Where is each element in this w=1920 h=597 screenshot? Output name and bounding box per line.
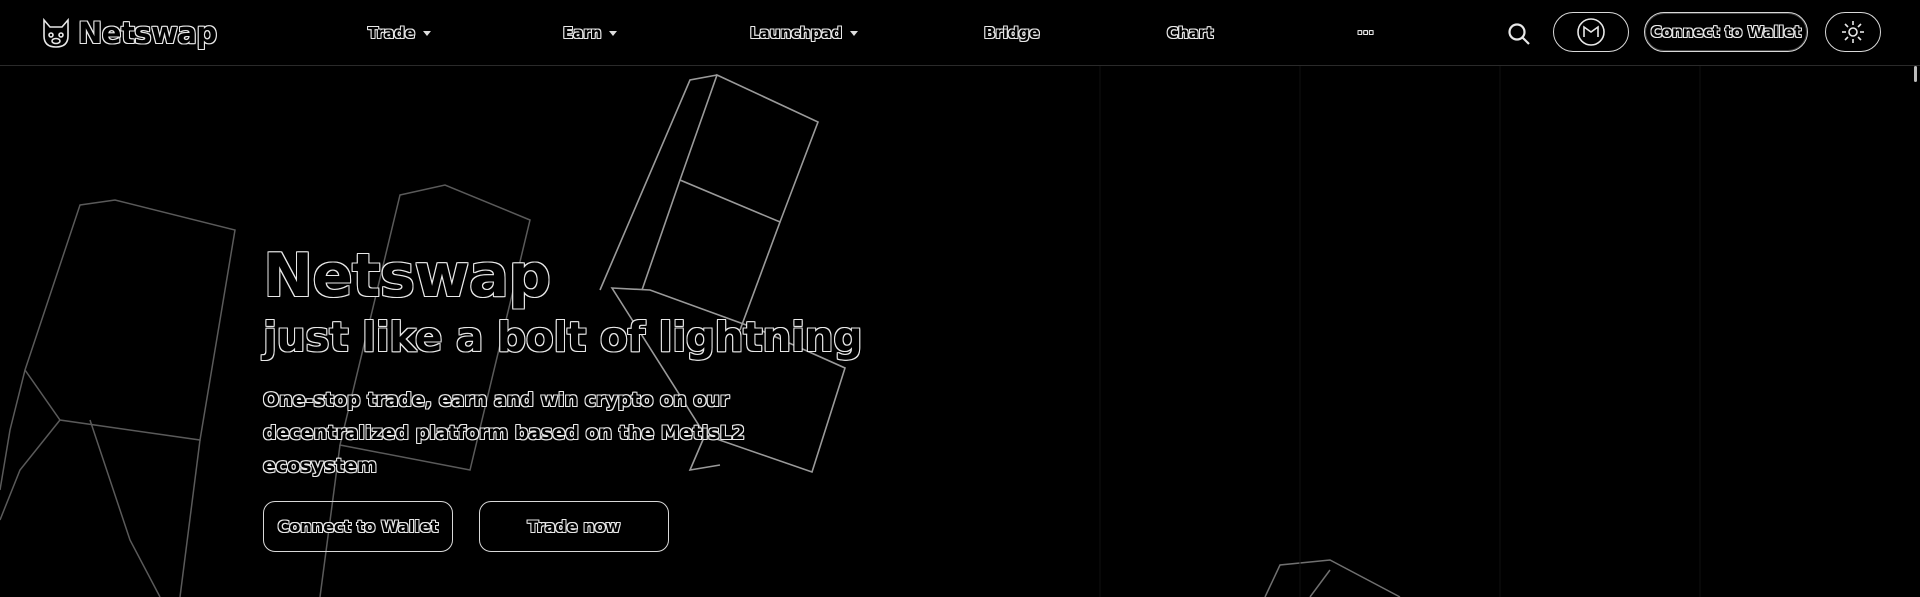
- theme-toggle-button[interactable]: [1825, 12, 1881, 52]
- search-button[interactable]: [1506, 21, 1532, 47]
- trade-now-button[interactable]: Trade now: [479, 501, 669, 552]
- hero-connect-wallet-button[interactable]: Connect to Wallet: [263, 501, 453, 552]
- nav-launchpad-label: Launchpad: [750, 24, 843, 42]
- nav-earn[interactable]: Earn: [563, 22, 618, 44]
- chevron-down-icon: [609, 30, 618, 36]
- nav-trade-label: Trade: [368, 24, 416, 42]
- top-navbar: Netswap Trade Earn Launchpad Bridge Char…: [0, 0, 1920, 66]
- metis-token-icon: [1577, 18, 1605, 46]
- page: Netswap Trade Earn Launchpad Bridge Char…: [0, 0, 1920, 597]
- nav-trade[interactable]: Trade: [368, 22, 432, 44]
- nav-more[interactable]: ···: [1357, 22, 1374, 44]
- nav-launchpad[interactable]: Launchpad: [750, 22, 859, 44]
- connect-wallet-button[interactable]: Connect to Wallet: [1644, 12, 1808, 52]
- logo-text: Netswap: [78, 16, 217, 50]
- nav-earn-label: Earn: [563, 24, 602, 42]
- hero-subtitle: just like a bolt of lightning: [263, 313, 863, 361]
- chevron-down-icon: [850, 30, 859, 36]
- nav-chart-label: Chart: [1167, 24, 1214, 42]
- network-button[interactable]: [1553, 12, 1629, 52]
- trade-now-label: Trade now: [527, 517, 621, 536]
- scrollbar-thumb[interactable]: [1914, 66, 1917, 82]
- nav-chart[interactable]: Chart: [1167, 22, 1213, 44]
- nav-bridge[interactable]: Bridge: [984, 22, 1040, 44]
- netswap-logo[interactable]: Netswap: [40, 14, 217, 52]
- hero-description: One-stop trade, earn and win crypto on o…: [263, 389, 745, 477]
- chevron-down-icon: [423, 30, 432, 36]
- theme-toggle-icon: [1842, 21, 1864, 43]
- connect-wallet-label: Connect to Wallet: [1650, 23, 1802, 41]
- netswap-mascot-icon: [43, 17, 69, 48]
- hero-connect-wallet-label: Connect to Wallet: [277, 517, 439, 536]
- search-icon: [1508, 23, 1530, 45]
- nav-bridge-label: Bridge: [984, 24, 1040, 42]
- more-icon: ···: [1357, 24, 1375, 42]
- hero-title: Netswap: [263, 241, 551, 311]
